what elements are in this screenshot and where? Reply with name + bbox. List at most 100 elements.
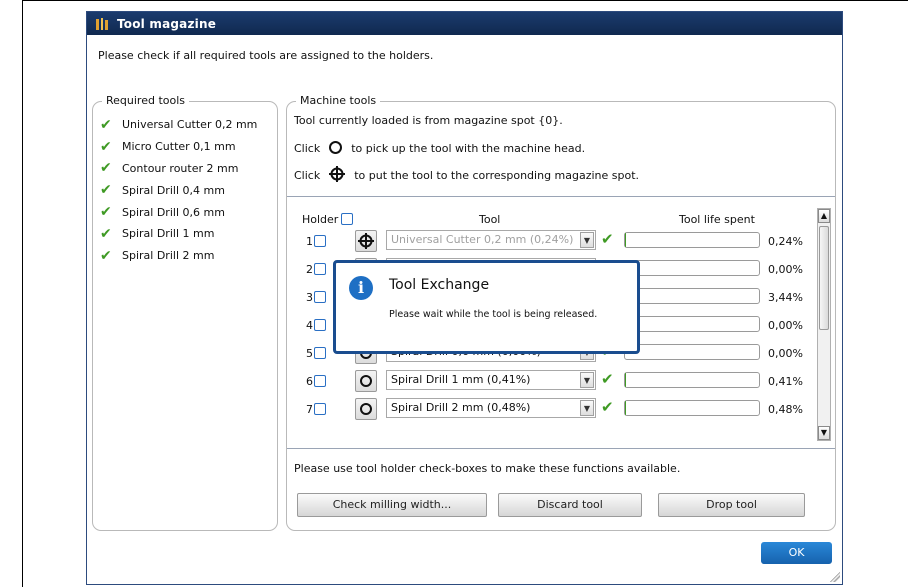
intro-text: Please check if all required tools are a… [98,49,434,62]
checkmark-icon: ✔ [100,225,112,242]
holder-header-label: Holder [302,213,339,226]
checkmark-icon: ✔ [601,398,614,416]
required-tool-item: ✔ Spiral Drill 0,6 mm [100,201,257,223]
click-label: Click [294,169,321,182]
required-tools-list: ✔ Universal Cutter 0,2 mm ✔ Micro Cutter 0,… [100,114,257,267]
required-tool-item: ✔ Spiral Drill 1 mm [100,223,257,245]
tool-life-bar [624,260,760,276]
tool-life-percent: 0,48% [768,403,803,416]
required-tool-label: Spiral Drill 0,4 mm [122,183,225,197]
tool-select[interactable]: Spiral Drill 1 mm (0,41%) ▼ [386,370,596,390]
holder-checkbox[interactable] [314,403,326,415]
holder-number: 6 [306,375,313,388]
checkmark-icon: ✔ [601,230,614,248]
tool-life-bar [624,288,760,304]
drop-hint: Click to put the tool to the correspondin… [294,166,639,185]
holder-checkbox[interactable] [314,291,326,303]
pickup-circle-icon [329,141,343,154]
holder-row: 6 Spiral Drill 1 mm (0,41%) ▼ ✔ 0,41% [287,369,817,397]
required-tool-item: ✔ Spiral Drill 2 mm [100,245,257,267]
scroll-down-arrow-icon[interactable]: ▼ [818,426,830,440]
holder-checkbox[interactable] [314,375,326,387]
tool-life-percent: 0,00% [768,263,803,276]
tool-life-bar [624,344,760,360]
scroll-up-arrow-icon[interactable]: ▲ [818,209,830,223]
tool-select-value: Spiral Drill 2 mm (0,48%) [391,401,531,414]
discard-tool-button[interactable]: Discard tool [498,493,642,517]
window-title: Tool magazine [117,16,217,31]
machine-tools-legend: Machine tools [296,94,381,107]
titlebar: Tool magazine [87,12,842,35]
resize-grip[interactable] [830,572,840,582]
required-tool-label: Spiral Drill 2 mm [122,249,215,263]
footer-hint: Please use tool holder check-boxes to ma… [294,462,681,475]
holder-row: 1 Universal Cutter 0,2 mm (0,24%) ▼ ✔ 0,24% [287,229,817,257]
holder-checkbox[interactable] [314,263,326,275]
ok-button[interactable]: OK [761,542,832,564]
required-tool-label: Contour router 2 mm [122,161,239,175]
chevron-down-icon[interactable]: ▼ [580,232,594,248]
pickup-hint-text: to pick up the tool with the machine hea… [351,142,586,155]
col-life-header: Tool life spent [679,213,755,226]
tool-select-value: Universal Cutter 0,2 mm (0,24%) [391,233,574,246]
scroll-thumb[interactable] [819,226,829,330]
crosshair-target-icon [358,233,374,249]
separator [287,448,835,449]
holder-checkbox[interactable] [314,235,326,247]
table-scrollbar[interactable]: ▲ ▼ [817,208,831,441]
tool-life-percent: 0,24% [768,235,803,248]
checkmark-icon: ✔ [100,182,112,199]
pick-up-tool-button[interactable] [355,398,377,420]
pickup-hint: Click to pick up the tool with the machin… [294,141,585,155]
tool-life-bar [624,372,760,388]
circle-icon [360,375,372,387]
tool-select[interactable]: Universal Cutter 0,2 mm (0,24%) ▼ [386,230,596,250]
col-holder-header: Holder [302,213,354,226]
tool-life-percent: 3,44% [768,291,803,304]
chevron-down-icon[interactable]: ▼ [580,372,594,388]
checkmark-icon: ✔ [100,116,112,133]
holder-number: 7 [306,403,313,416]
holder-number: 3 [306,291,313,304]
holder-number: 1 [306,235,313,248]
tool-life-percent: 0,00% [768,347,803,360]
dialog-message: Please wait while the tool is being rele… [389,309,598,320]
col-tool-header: Tool [479,213,501,226]
drop-tool-button[interactable]: Drop tool [658,493,805,517]
tool-life-fill [625,401,626,415]
required-tool-item: ✔ Spiral Drill 0,4 mm [100,179,257,201]
checkmark-icon: ✔ [100,160,112,177]
holder-checkbox[interactable] [314,319,326,331]
holder-number: 5 [306,347,313,360]
circle-icon [360,403,372,415]
required-tools-group: Required tools ✔ Universal Cutter 0,2 mm ✔… [92,94,278,531]
tool-select[interactable]: Spiral Drill 2 mm (0,48%) ▼ [386,398,596,418]
holder-number: 2 [306,263,313,276]
tool-life-bar [624,316,760,332]
tool-life-percent: 0,00% [768,319,803,332]
required-tool-label: Universal Cutter 0,2 mm [122,118,258,132]
put-tool-button[interactable] [355,230,377,252]
checkmark-icon: ✔ [100,204,112,221]
checkmark-icon: ✔ [100,138,112,155]
required-tool-label: Micro Cutter 0,1 mm [122,140,236,154]
chevron-down-icon[interactable]: ▼ [580,400,594,416]
tool-life-bar [624,232,760,248]
dialog-title: Tool Exchange [389,277,490,293]
pick-up-tool-button[interactable] [355,370,377,392]
select-all-checkbox[interactable] [341,213,354,225]
required-tool-label: Spiral Drill 1 mm [122,227,215,241]
required-tools-legend: Required tools [102,94,190,107]
holder-checkbox[interactable] [314,347,326,359]
required-tool-item: ✔ Universal Cutter 0,2 mm [100,114,257,136]
tool-magazine-icon [96,17,108,30]
checkmark-icon: ✔ [100,247,112,264]
tool-life-bar [624,400,760,416]
required-tool-label: Spiral Drill 0,6 mm [122,205,225,219]
loaded-info: Tool currently loaded is from magazine s… [294,114,563,127]
click-label: Click [294,142,321,155]
required-tool-item: ✔ Micro Cutter 0,1 mm [100,136,257,158]
required-tool-item: ✔ Contour router 2 mm [100,158,257,180]
check-milling-width-button[interactable]: Check milling width... [297,493,487,517]
info-icon: i [349,276,373,300]
